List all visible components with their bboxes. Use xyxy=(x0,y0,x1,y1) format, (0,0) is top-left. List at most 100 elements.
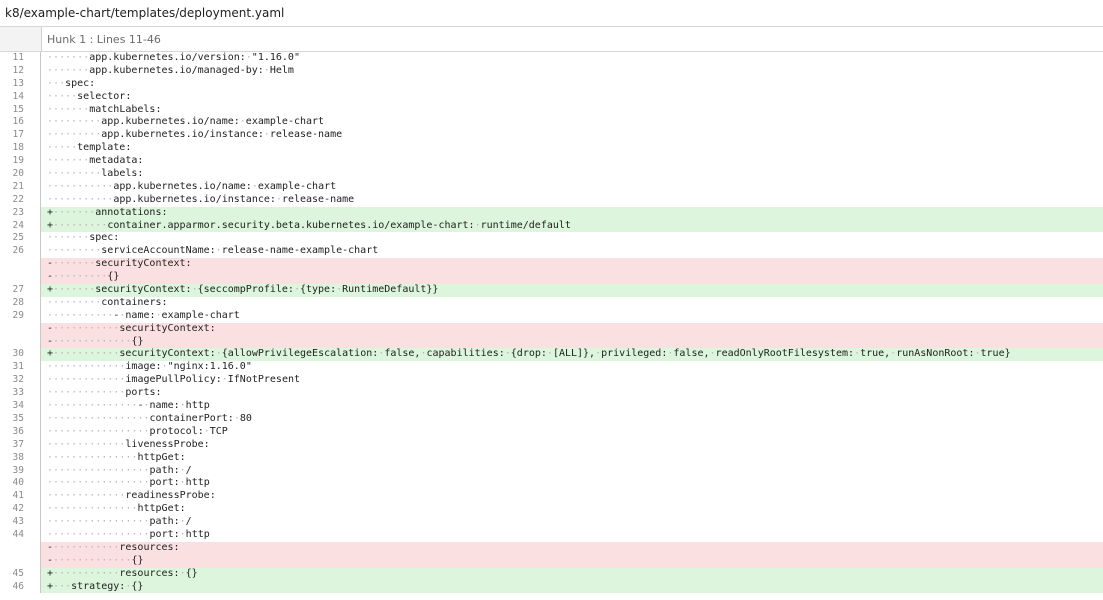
line-number: 37 xyxy=(0,438,41,452)
line-number: 31 xyxy=(0,361,41,375)
line-number: 15 xyxy=(0,103,41,117)
code-text: ·········app.kubernetes.io/name:·example… xyxy=(47,116,325,128)
context-line: 11 ·······app.kubernetes.io/version:·"1.1… xyxy=(0,52,1103,65)
code-text: ·················port:·http xyxy=(47,528,210,540)
hunk-header-gutter xyxy=(0,27,42,51)
line-number: 23 xyxy=(0,206,41,220)
hunk-label: Hunk 1 : Lines 11-46 xyxy=(47,33,161,46)
line-number: 25 xyxy=(0,232,41,246)
context-line: 29 ···········-·name:·example-chart xyxy=(0,309,1103,323)
line-number: 29 xyxy=(0,309,41,323)
code-text: ·········labels: xyxy=(47,168,144,180)
added-line: 24 +·········container.apparmor.security.… xyxy=(0,219,1103,233)
context-line: 15 ·······matchLabels: xyxy=(0,103,1103,117)
code-text: ·········serviceAccountName:·release-nam… xyxy=(47,245,379,257)
code-text: -···········securityContext: xyxy=(41,322,1103,336)
line-number: 16 xyxy=(0,116,41,130)
removed-line: -·············{} xyxy=(0,554,1103,568)
line-number: 22 xyxy=(0,193,41,207)
line-number: 40 xyxy=(0,477,41,491)
code-text: ·········containers: xyxy=(47,296,168,308)
hunk-header: Hunk 1 : Lines 11-46 xyxy=(0,27,1103,52)
removed-line: -···········securityContext: xyxy=(0,322,1103,336)
line-number: 38 xyxy=(0,451,41,465)
line-number: 30 xyxy=(0,348,41,362)
code-text: +·········container.apparmor.security.be… xyxy=(41,219,1103,233)
code-text: -·······securityContext: xyxy=(41,258,1103,272)
code-text: ·····template: xyxy=(47,142,132,154)
code-text: ·················path:·/ xyxy=(47,516,192,528)
context-line: 20 ·········labels: xyxy=(0,168,1103,181)
code-text: +···strategy:·{} xyxy=(41,580,1103,594)
context-line: 17 ·········app.kubernetes.io/instance:·r… xyxy=(0,129,1103,143)
code-text: ·············ports: xyxy=(47,387,162,399)
line-number: 12 xyxy=(0,64,41,78)
added-line: 46 +···strategy:·{} xyxy=(0,580,1103,594)
code-text: ···spec: xyxy=(47,77,96,89)
code-text: -···········resources: xyxy=(41,541,1103,555)
code-text: ···········app.kubernetes.io/instance:·r… xyxy=(47,193,355,205)
context-line: 13 ···spec: xyxy=(0,77,1103,91)
code-text: ·············image:·"nginx:1.16.0" xyxy=(47,361,252,373)
context-line: 35 ·················containerPort:·80 xyxy=(0,412,1103,426)
line-number: 44 xyxy=(0,528,41,542)
code-text: ·······app.kubernetes.io/version:·"1.16.… xyxy=(47,52,300,63)
code-text: +···········securityContext:·{allowPrivi… xyxy=(41,348,1103,362)
code-text: ·······matchLabels: xyxy=(47,103,162,115)
context-line: 21 ···········app.kubernetes.io/name:·exa… xyxy=(0,180,1103,194)
line-number: 33 xyxy=(0,387,41,401)
context-line: 28 ·········containers: xyxy=(0,296,1103,310)
code-text: ·····selector: xyxy=(47,90,132,102)
line-number: 11 xyxy=(0,52,41,65)
line-number: 27 xyxy=(0,284,41,297)
line-number: 19 xyxy=(0,155,41,169)
removed-line: -·········{} xyxy=(0,271,1103,285)
line-number: 39 xyxy=(0,464,41,478)
context-line: 36 ·················protocol:·TCP xyxy=(0,425,1103,439)
code-text: ···········-·name:·example-chart xyxy=(47,309,240,321)
line-number xyxy=(0,554,41,568)
context-line: 37 ·············livenessProbe: xyxy=(0,438,1103,452)
code-text: -·········{} xyxy=(41,271,1103,285)
context-line: 32 ·············imagePullPolicy:·IfNotPre… xyxy=(0,374,1103,388)
code-text: +·······securityContext:·{seccompProfile… xyxy=(41,284,1103,297)
context-line: 39 ·················path:·/ xyxy=(0,464,1103,478)
context-line: 26 ·········serviceAccountName:·release-n… xyxy=(0,245,1103,259)
added-line: 23 +·······annotations: xyxy=(0,206,1103,220)
code-text: ···············httpGet: xyxy=(47,503,186,515)
context-line: 22 ···········app.kubernetes.io/instance:… xyxy=(0,193,1103,207)
line-number: 41 xyxy=(0,490,41,504)
line-number: 34 xyxy=(0,400,41,413)
context-line: 16 ·········app.kubernetes.io/name:·examp… xyxy=(0,116,1103,130)
line-number: 24 xyxy=(0,219,41,233)
removed-line: -·······securityContext: xyxy=(0,258,1103,272)
line-number: 36 xyxy=(0,425,41,439)
context-line: 25 ·······spec: xyxy=(0,232,1103,246)
line-number: 32 xyxy=(0,374,41,388)
context-line: 31 ·············image:·"nginx:1.16.0" xyxy=(0,361,1103,375)
code-text: ·······metadata: xyxy=(47,155,144,167)
line-number xyxy=(0,322,41,336)
added-line: 27 +·······securityContext:·{seccompProfi… xyxy=(0,284,1103,297)
context-line: 43 ·················path:·/ xyxy=(0,516,1103,529)
line-number xyxy=(0,271,41,285)
line-number: 14 xyxy=(0,90,41,104)
context-line: 34 ···············-·name:·http xyxy=(0,400,1103,413)
code-text: +·······annotations: xyxy=(41,206,1103,220)
code-text: +···········resources:·{} xyxy=(41,567,1103,581)
code-text: ·············livenessProbe: xyxy=(47,438,210,450)
context-line: 12 ·······app.kubernetes.io/managed-by:·H… xyxy=(0,64,1103,78)
line-number: 21 xyxy=(0,180,41,194)
line-number: 26 xyxy=(0,245,41,259)
added-line: 45 +···········resources:·{} xyxy=(0,567,1103,581)
context-line: 14 ·····selector: xyxy=(0,90,1103,104)
code-text: ···········app.kubernetes.io/name:·examp… xyxy=(47,180,337,192)
file-path: k8/example-chart/templates/deployment.ya… xyxy=(5,6,285,20)
added-line: 30 +···········securityContext:·{allowPri… xyxy=(0,348,1103,362)
code-text: ·········app.kubernetes.io/instance:·rel… xyxy=(47,129,343,141)
line-number: 46 xyxy=(0,580,41,594)
line-number xyxy=(0,541,41,555)
diff-view: 11 ·······app.kubernetes.io/version:·"1.1… xyxy=(0,52,1103,594)
code-text: ·······app.kubernetes.io/managed-by:·Hel… xyxy=(47,64,294,76)
code-text: ·············readinessProbe: xyxy=(47,490,216,502)
